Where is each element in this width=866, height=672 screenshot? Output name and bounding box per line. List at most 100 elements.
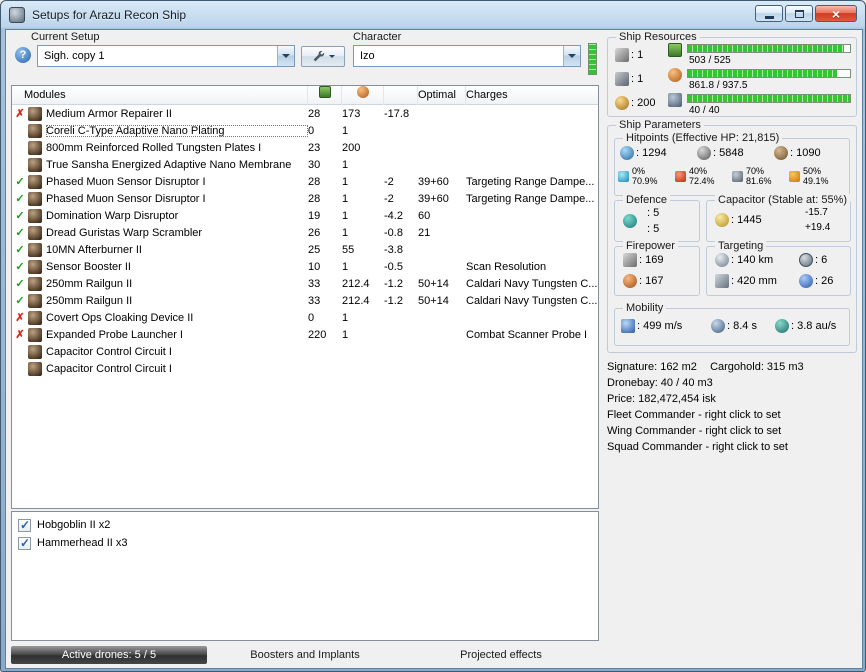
module-row[interactable]: Capacitor Control Circuit I	[12, 360, 598, 377]
module-status-icon	[12, 294, 28, 307]
bottom-tab[interactable]: Active drones: 5 / 5	[11, 646, 207, 664]
resist-cell: 0% 70.9%	[618, 166, 675, 186]
module-name: 250mm Railgun II	[46, 294, 133, 307]
module-name: 250mm Railgun II	[46, 277, 133, 290]
fleet-commander-slot[interactable]: Fleet Commander - right click to set	[607, 407, 859, 423]
module-name: Sensor Booster II	[46, 260, 131, 273]
current-setup-value: Sigh. copy 1	[44, 50, 105, 62]
titlebar[interactable]: Setups for Arazu Recon Ship	[1, 1, 865, 29]
sensor-strength-icon	[799, 274, 813, 288]
module-powergrid-value: 1	[342, 192, 349, 205]
module-icon	[28, 157, 42, 172]
module-row[interactable]: Covert Ops Cloaking Device II 0 1	[12, 309, 598, 326]
drone-label: Hobgoblin II x2	[37, 519, 111, 531]
drone-row[interactable]: Hammerhead II x3	[12, 534, 598, 552]
scan-resolution-value: 420 mm	[731, 275, 777, 287]
module-row[interactable]: Capacitor Control Circuit I	[12, 343, 598, 360]
setup-tools-button[interactable]	[301, 46, 345, 67]
module-row[interactable]: Phased Muon Sensor Disruptor I 28 1 -2 3…	[12, 173, 598, 190]
resource-bar-fill	[688, 95, 850, 102]
module-row[interactable]: Sensor Booster II 10 1 -0.5 Scan Resolut…	[12, 258, 598, 275]
ship-resources-group: Ship Resources 1 1 200 503 / 525 861.8 /…	[607, 31, 857, 117]
help-icon[interactable]	[15, 47, 31, 63]
module-name: Capacitor Control Circuit I	[46, 345, 172, 358]
drone-checkbox[interactable]	[18, 536, 31, 550]
dps-value: 167	[639, 275, 663, 287]
module-name: Phased Muon Sensor Disruptor I	[46, 175, 206, 188]
module-powergrid-value: 1	[342, 158, 349, 171]
module-row[interactable]: Medium Armor Repairer II 28 173 -17.8	[12, 105, 598, 122]
current-setup-select[interactable]: Sigh. copy 1	[37, 45, 295, 67]
drone-row[interactable]: Hobgoblin II x2	[12, 516, 598, 534]
module-row[interactable]: Coreli C-Type Adaptive Nano Plating 0 1	[12, 122, 598, 139]
modules-column-header[interactable]: Modules	[12, 86, 308, 105]
character-select[interactable]: Izo	[353, 45, 581, 67]
hitpoint-pool-value: 5848	[713, 147, 743, 159]
module-status-icon	[12, 243, 28, 256]
module-cap-value: -1.2	[384, 294, 403, 307]
module-powergrid-value: 1	[342, 175, 349, 188]
powergrid-column-header[interactable]	[342, 86, 384, 105]
maximize-button[interactable]	[785, 5, 813, 22]
module-name: Phased Muon Sensor Disruptor I	[46, 192, 206, 205]
module-icon	[28, 140, 42, 155]
module-row[interactable]: Dread Guristas Warp Scrambler 26 1 -0.8 …	[12, 224, 598, 241]
module-name: Domination Warp Disruptor	[46, 209, 179, 222]
max-velocity-icon	[621, 319, 635, 333]
powergrid-icon	[356, 86, 369, 98]
bottom-tab[interactable]: Projected effects	[403, 646, 599, 664]
module-row[interactable]: Domination Warp Disruptor 19 1 -4.2 60	[12, 207, 598, 224]
modules-panel: Modules Optimal Charges Medium Armor Rep…	[11, 85, 599, 509]
optimal-column-header[interactable]: Optimal	[418, 86, 466, 105]
align-time-icon	[711, 319, 725, 333]
module-row[interactable]: 800mm Reinforced Rolled Tungsten Plates …	[12, 139, 598, 156]
capacitor-column-header[interactable]	[384, 86, 418, 105]
module-row[interactable]: 10MN Afterburner II 25 55 -3.8	[12, 241, 598, 258]
module-row[interactable]: Phased Muon Sensor Disruptor I 28 1 -2 3…	[12, 190, 598, 207]
module-row[interactable]: 250mm Railgun II 33 212.4 -1.2 50+14 Cal…	[12, 292, 598, 309]
resource-bar	[687, 44, 851, 53]
chevron-down-icon[interactable]	[277, 46, 294, 66]
drone-checkbox[interactable]	[18, 518, 31, 532]
close-button[interactable]	[815, 5, 857, 22]
module-powergrid-value: 212.4	[342, 277, 370, 290]
cargohold-stat: Cargohold: 315 m3	[710, 361, 804, 373]
module-cpu-value: 33	[308, 277, 321, 290]
resource-icon	[668, 93, 682, 107]
resource-bars: 503 / 525 861.8 / 937.5 40 / 40	[668, 42, 852, 117]
hitpoint-pools: 1294 5848 1090	[620, 146, 851, 160]
targeting-group: Targeting 140 km 6 420 mm 26	[706, 240, 851, 296]
hitpoints-group: Hitpoints (Effective HP: 21,815) 1294 58…	[614, 132, 851, 196]
module-powergrid-value: 212.4	[342, 294, 370, 307]
module-row[interactable]: 250mm Railgun II 33 212.4 -1.2 50+14 Cal…	[12, 275, 598, 292]
chevron-down-icon[interactable]	[563, 46, 580, 66]
module-row[interactable]: True Sansha Energized Adaptive Nano Memb…	[12, 156, 598, 173]
module-powergrid-value: 55	[342, 243, 355, 256]
dps-icon	[623, 274, 637, 288]
resist-values: 70% 81.6%	[746, 166, 772, 186]
charges-column-header[interactable]: Charges	[466, 86, 598, 105]
hitpoint-pool-value: 1294	[636, 147, 666, 159]
defence-bottom-value: 5	[647, 221, 659, 237]
bottom-tab-label: Boosters and Implants	[250, 649, 360, 661]
module-cpu-value: 28	[308, 175, 321, 188]
hitpoint-pool: 1294	[620, 146, 697, 160]
hitpoints-title: Hitpoints (Effective HP: 21,815)	[623, 132, 783, 144]
bottom-tab[interactable]: Boosters and Implants	[207, 646, 403, 664]
max-targets-value: 6	[815, 254, 827, 266]
targeting-range-icon	[715, 253, 729, 267]
resist-values: 40% 72.4%	[689, 166, 715, 186]
module-icon	[28, 174, 42, 189]
module-cap-value: -1.2	[384, 277, 403, 290]
resource-bar-fill	[688, 70, 838, 77]
wing-commander-slot[interactable]: Wing Commander - right click to set	[607, 423, 859, 439]
module-row[interactable]: Expanded Probe Launcher I 220 1 Combat S…	[12, 326, 598, 343]
cpu-column-header[interactable]	[308, 86, 342, 105]
minimize-button[interactable]	[755, 5, 783, 22]
module-name: 800mm Reinforced Rolled Tungsten Plates …	[46, 141, 262, 154]
module-cap-value: -0.5	[384, 260, 403, 273]
drones-list: Hobgoblin II x2 Hammerhead II x3	[12, 516, 598, 552]
module-powergrid-value: 1	[342, 260, 349, 273]
module-optimal-value: 60	[418, 209, 431, 222]
squad-commander-slot[interactable]: Squad Commander - right click to set	[607, 439, 859, 455]
